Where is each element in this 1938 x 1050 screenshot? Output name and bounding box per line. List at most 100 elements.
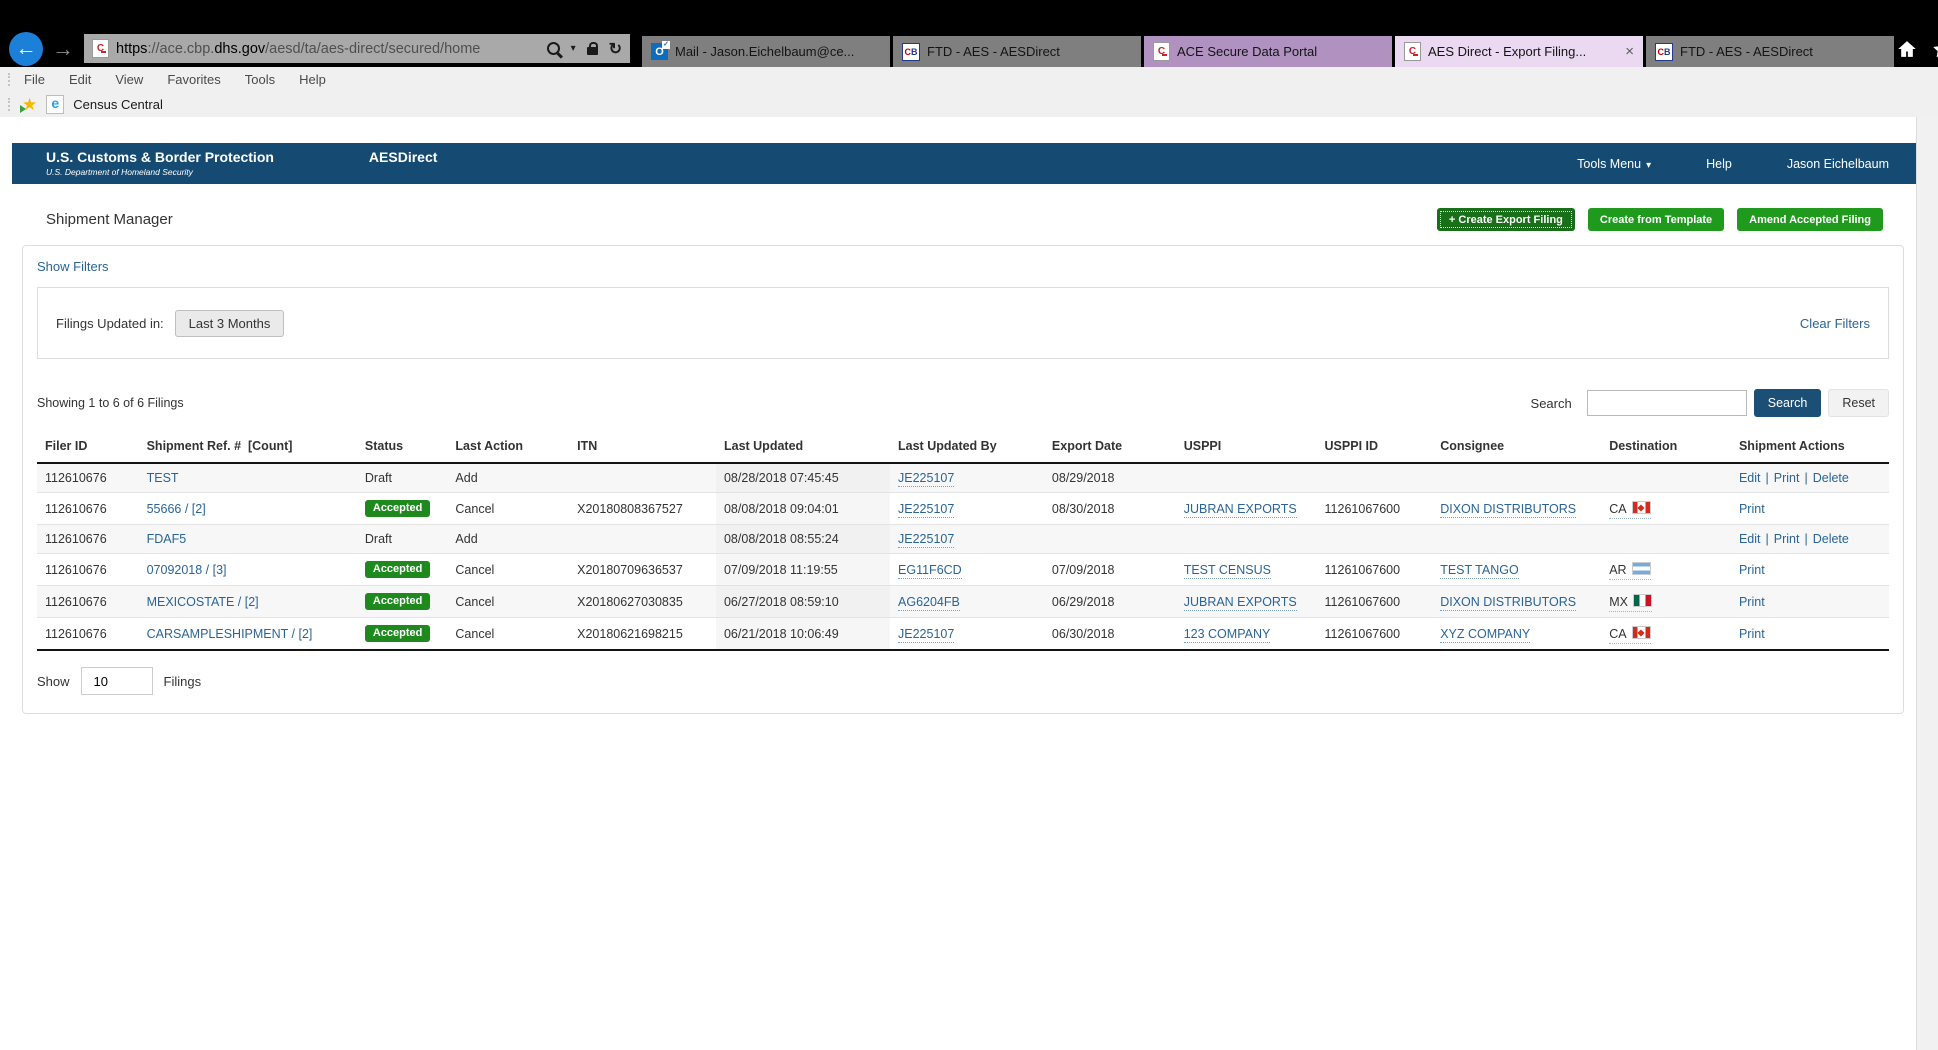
- close-icon[interactable]: ×: [1625, 43, 1634, 60]
- destination-value: MX: [1609, 594, 1652, 612]
- last-updated-by-link[interactable]: AG6204FB: [898, 594, 960, 611]
- shipment-ref-link[interactable]: FDAF5: [147, 532, 187, 546]
- last-updated-by-link[interactable]: JE225107: [898, 626, 955, 643]
- consignee-link[interactable]: DIXON DISTRIBUTORS: [1440, 501, 1577, 518]
- cell-itn: [569, 463, 716, 493]
- ace-icon: C: [1153, 42, 1170, 61]
- search-controls: Search Search Reset: [1531, 389, 1889, 417]
- cell-itn: X20180808367527: [569, 492, 716, 525]
- filter-chip-last-3-months[interactable]: Last 3 Months: [174, 309, 285, 337]
- cell-last-updated-by: JE225107: [890, 524, 1044, 554]
- edit-link[interactable]: Edit: [1739, 532, 1761, 546]
- show-label: Show: [37, 673, 70, 689]
- show-filters-link[interactable]: Show Filters: [37, 259, 109, 274]
- column-header[interactable]: Filer ID: [37, 430, 139, 464]
- shipment-ref-link[interactable]: MEXICOSTATE / [2]: [147, 595, 259, 609]
- consignee-link[interactable]: TEST TANGO: [1440, 562, 1519, 579]
- last-updated-by-link[interactable]: JE225107: [898, 471, 955, 487]
- chevron-down-icon[interactable]: ▾: [571, 43, 576, 54]
- delete-link[interactable]: Delete: [1813, 532, 1849, 546]
- forward-button[interactable]: →: [52, 36, 74, 62]
- column-header[interactable]: Shipment Actions: [1730, 430, 1889, 464]
- column-header[interactable]: USPPI ID: [1316, 430, 1433, 464]
- column-header[interactable]: USPPI: [1175, 430, 1317, 464]
- menu-item-file[interactable]: File: [24, 72, 45, 87]
- tab-label: ACE Secure Data Portal: [1177, 44, 1318, 59]
- column-header[interactable]: Consignee: [1432, 430, 1602, 464]
- cell-destination: AR: [1601, 553, 1731, 586]
- address-bar[interactable]: C https://ace.cbp.dhs.gov/aesd/ta/aes-di…: [84, 34, 630, 63]
- cell-last-updated: 08/08/2018 09:04:01: [715, 492, 891, 525]
- usppi-link[interactable]: TEST CENSUS: [1183, 562, 1271, 579]
- cell-export-date: [1043, 524, 1176, 554]
- browser-tab[interactable]: C B FTD - AES - AESDirect: [1646, 36, 1894, 67]
- usppi-link[interactable]: 123 COMPANY: [1183, 626, 1271, 643]
- print-link[interactable]: Print: [1774, 532, 1800, 546]
- home-button[interactable]: [1897, 39, 1917, 59]
- column-header[interactable]: Shipment Ref. # [Count]: [138, 430, 357, 464]
- last-updated-by-link[interactable]: JE225107: [898, 532, 955, 548]
- menu-item-favorites[interactable]: Favorites: [167, 72, 220, 87]
- lock-icon[interactable]: [586, 42, 598, 55]
- column-header[interactable]: ITN: [569, 430, 716, 464]
- edit-link[interactable]: Edit: [1739, 471, 1761, 485]
- last-updated-by-link[interactable]: EG11F6CD: [898, 562, 962, 579]
- status-badge: Accepted: [364, 593, 431, 610]
- scrollbar-thumb[interactable]: [1921, 118, 1934, 1050]
- menu-item-edit[interactable]: Edit: [69, 72, 91, 87]
- menu-item-view[interactable]: View: [115, 72, 143, 87]
- app-name: AESDirect: [368, 149, 438, 165]
- create-from-template-button[interactable]: Create from Template: [1587, 208, 1725, 231]
- menu-item-help[interactable]: Help: [299, 72, 326, 87]
- search-button[interactable]: Search: [1753, 389, 1822, 417]
- refresh-icon[interactable]: ↻: [609, 39, 622, 59]
- site-branding: U.S. Customs & Border Protection U.S. De…: [46, 143, 437, 184]
- consignee-link[interactable]: XYZ COMPANY: [1440, 626, 1531, 643]
- print-link[interactable]: Print: [1739, 502, 1765, 516]
- url-part: /aesd/ta/aes-direct/secured/home: [265, 40, 481, 57]
- column-header[interactable]: Last Updated: [715, 430, 891, 464]
- print-link[interactable]: Print: [1774, 471, 1800, 485]
- shipment-ref-link[interactable]: CARSAMPLESHIPMENT / [2]: [147, 627, 313, 641]
- usppi-link[interactable]: JUBRAN EXPORTS: [1183, 594, 1297, 611]
- page-size-input[interactable]: [80, 667, 153, 695]
- column-header[interactable]: Destination: [1601, 430, 1731, 464]
- shipment-ref-link[interactable]: TEST: [147, 471, 179, 485]
- column-header[interactable]: Status: [356, 430, 448, 464]
- create-export-filing-button[interactable]: + Create Export Filing: [1436, 208, 1575, 231]
- cell-usppi: JUBRAN EXPORTS: [1175, 492, 1317, 525]
- cell-shipment-ref: 55666 / [2]: [138, 492, 357, 525]
- header-nav-tools-menu[interactable]: Tools Menu ▾: [1577, 157, 1651, 171]
- browser-tab[interactable]: C ACE Secure Data Portal: [1144, 36, 1392, 67]
- cell-consignee: [1432, 524, 1602, 554]
- print-link[interactable]: Print: [1739, 595, 1765, 609]
- reset-button[interactable]: Reset: [1828, 389, 1889, 417]
- favorites-link-census-central[interactable]: Census Central: [73, 97, 163, 112]
- clear-filters-link[interactable]: Clear Filters: [1800, 316, 1870, 331]
- print-link[interactable]: Print: [1739, 563, 1765, 577]
- favorites-button[interactable]: [1932, 39, 1938, 59]
- print-link[interactable]: Print: [1739, 627, 1765, 641]
- column-header[interactable]: Last Updated By: [890, 430, 1044, 464]
- cell-last-action: Cancel: [447, 492, 570, 525]
- browser-tab[interactable]: C B FTD - AES - AESDirect: [893, 36, 1141, 67]
- delete-link[interactable]: Delete: [1813, 471, 1849, 485]
- shipment-ref-link[interactable]: 55666 / [2]: [147, 502, 206, 516]
- usppi-link[interactable]: JUBRAN EXPORTS: [1183, 501, 1297, 518]
- header-nav-help[interactable]: Help: [1706, 157, 1732, 171]
- column-header[interactable]: Export Date: [1043, 430, 1176, 464]
- header-nav-jason-eichelbaum[interactable]: Jason Eichelbaum: [1787, 157, 1889, 171]
- shipment-ref-link[interactable]: 07092018 / [3]: [147, 563, 227, 577]
- last-updated-by-link[interactable]: JE225107: [898, 501, 955, 518]
- browser-tab[interactable]: C AES Direct - Export Filing... ×: [1395, 36, 1643, 67]
- back-button[interactable]: ←: [9, 31, 43, 66]
- amend-accepted-filing-button[interactable]: Amend Accepted Filing: [1737, 208, 1883, 231]
- search-input[interactable]: [1586, 390, 1747, 416]
- ca-flag-icon: [1631, 626, 1651, 639]
- consignee-link[interactable]: DIXON DISTRIBUTORS: [1440, 594, 1577, 611]
- browser-tab[interactable]: O ✓ Mail - Jason.Eichelbaum@ce...: [642, 36, 890, 67]
- search-icon[interactable]: [546, 42, 560, 55]
- vertical-scrollbar[interactable]: [1916, 117, 1938, 1050]
- menu-item-tools[interactable]: Tools: [245, 72, 275, 87]
- column-header[interactable]: Last Action: [447, 430, 570, 464]
